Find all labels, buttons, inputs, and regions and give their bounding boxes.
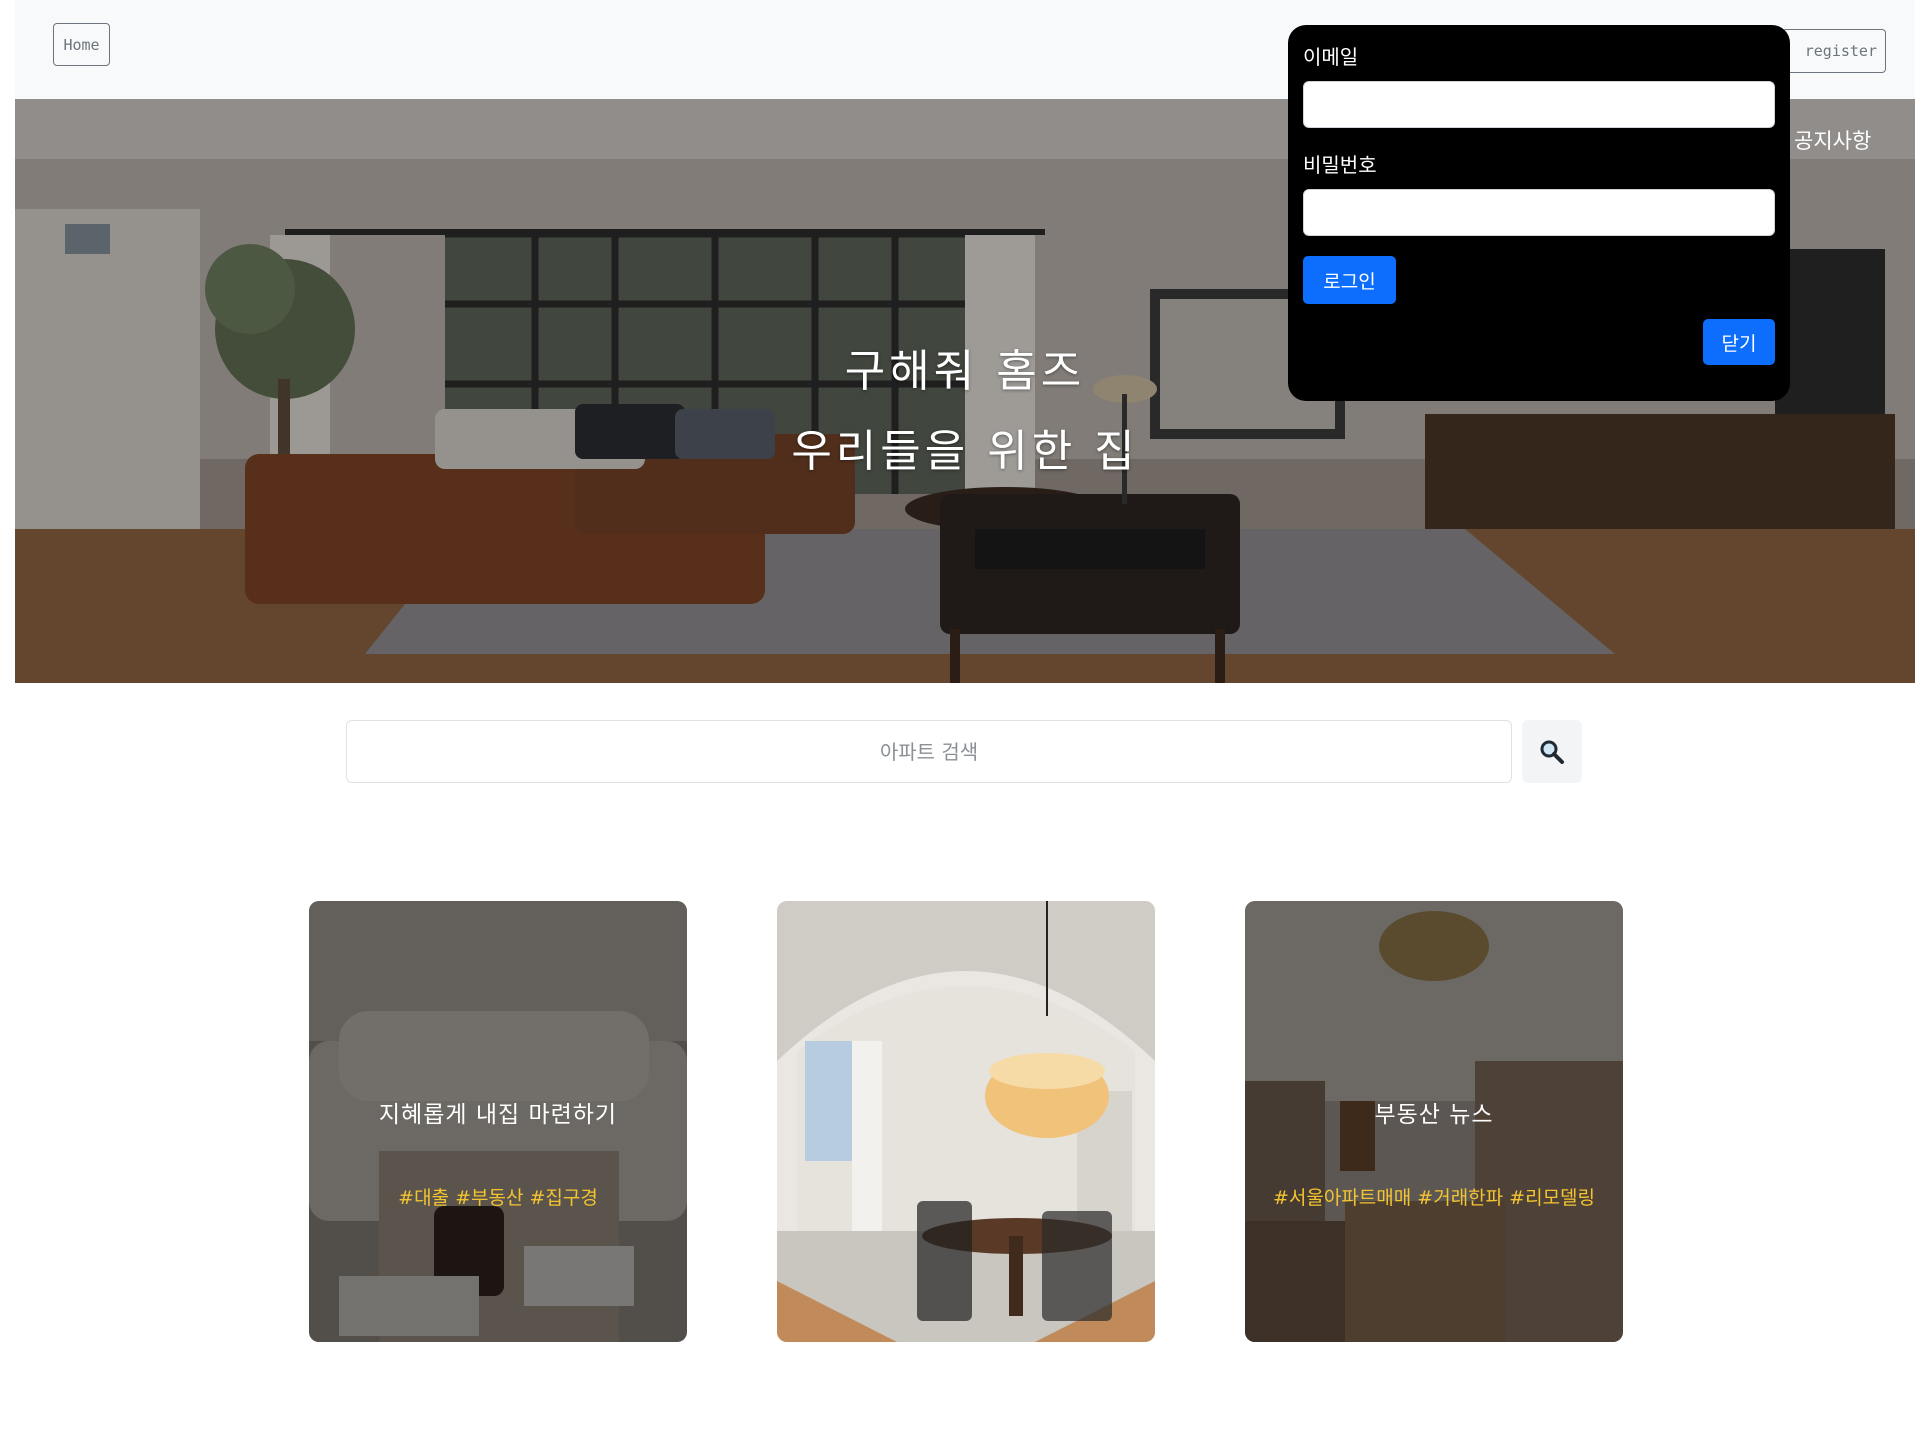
apartment-search-input[interactable] [346, 720, 1512, 783]
email-field[interactable] [1303, 81, 1775, 128]
email-label: 이메일 [1303, 45, 1359, 69]
page: Home register 구해줘 홈즈 우리들을 위한 집 공지사항 이메일 … [0, 0, 1920, 1433]
card-title: 부동산 뉴스 [1374, 1102, 1494, 1128]
card-dining-room[interactable] [777, 901, 1155, 1342]
magnifier-icon [1540, 740, 1564, 764]
password-label: 비밀번호 [1303, 153, 1377, 177]
card-tags: #대출 #부동산 #집구경 [398, 1187, 598, 1209]
register-button[interactable]: register [1782, 29, 1886, 73]
notice-link[interactable]: 공지사항 [1794, 125, 1871, 155]
card-title: 지혜롭게 내집 마련하기 [378, 1102, 618, 1128]
login-button[interactable]: 로그인 [1303, 256, 1396, 304]
hero-subtitle: 우리들을 위한 집 [791, 426, 1139, 477]
search-button[interactable] [1522, 720, 1582, 783]
login-popup: 이메일 비밀번호 로그인 닫기 [1288, 25, 1790, 401]
home-button[interactable]: Home [53, 23, 110, 66]
close-button[interactable]: 닫기 [1703, 319, 1775, 365]
card-home-buying[interactable]: 지혜롭게 내집 마련하기 #대출 #부동산 #집구경 [309, 901, 687, 1342]
card-image-dining [777, 901, 1155, 1342]
card-real-estate-news[interactable]: 부동산 뉴스 #서울아파트매매 #거래한파 #리모델링 [1245, 901, 1623, 1342]
password-field[interactable] [1303, 189, 1775, 236]
card-tags: #서울아파트매매 #거래한파 #리모델링 [1272, 1187, 1596, 1209]
